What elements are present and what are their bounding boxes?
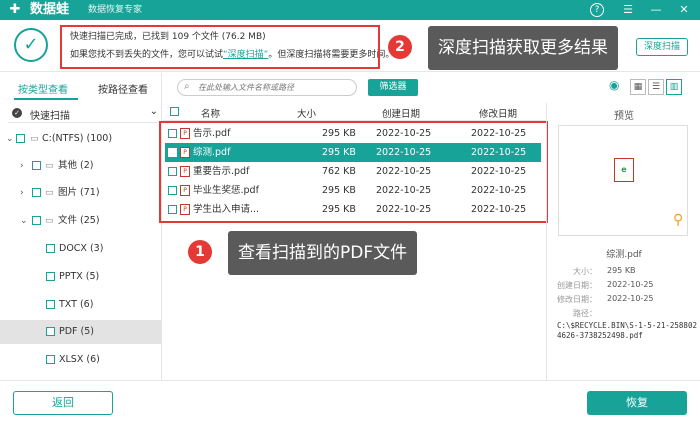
active-tab-underline bbox=[14, 98, 78, 100]
tree-item-pdf[interactable]: PDF (5) bbox=[0, 320, 162, 344]
tree-label: 文件 (25) bbox=[58, 215, 100, 226]
grid-view-icon[interactable]: ▦ bbox=[630, 79, 646, 95]
tree-label: C:(NTFS) (100) bbox=[42, 133, 113, 144]
callout-1: 查看扫描到的PDF文件 bbox=[228, 231, 418, 275]
col-size[interactable]: 大小 bbox=[297, 106, 316, 120]
expand-icon[interactable]: › bbox=[20, 181, 24, 205]
search-input[interactable] bbox=[198, 81, 352, 94]
check-circle-icon: ✓ bbox=[12, 108, 22, 118]
col-modified[interactable]: 修改日期 bbox=[479, 106, 517, 120]
tree-label: 图片 (71) bbox=[58, 187, 100, 198]
file-list-highlight-box bbox=[159, 121, 548, 223]
preview-panel: 预览 e ⚲ 综测.pdf 大小： 295 KB 创建日期： 2022-10-2… bbox=[546, 103, 700, 380]
tree-label: PDF (5) bbox=[59, 326, 94, 337]
collapse-icon[interactable]: ⌄ bbox=[20, 209, 28, 233]
close-icon[interactable]: ✕ bbox=[676, 2, 692, 18]
left-panel: 按类型查看 按路径查看 ✓ 快速扫描 ⌄ ⌄ ▭ C:(NTFS) (100) … bbox=[0, 73, 162, 380]
app-name: 数据蛙 bbox=[30, 2, 70, 17]
col-name[interactable]: 名称 bbox=[201, 106, 220, 120]
scan-complete-icon: ✓ bbox=[14, 28, 48, 62]
preview-path-row: 路径： bbox=[547, 308, 700, 320]
callout-2-badge: 2 bbox=[388, 35, 412, 59]
document-icon: ▭ bbox=[45, 216, 54, 226]
tree-label: PPTX (5) bbox=[59, 271, 100, 282]
expand-icon[interactable]: › bbox=[20, 154, 24, 178]
tab-by-type[interactable]: 按类型查看 bbox=[18, 81, 68, 96]
tree-label: XLSX (6) bbox=[59, 354, 100, 365]
created-value: 2022-10-25 bbox=[607, 280, 654, 289]
tree-label: DOCX (3) bbox=[59, 243, 104, 254]
tree-item-images[interactable]: › ▭ 图片 (71) bbox=[0, 181, 162, 205]
tree-label: 其他 (2) bbox=[58, 160, 94, 171]
modified-value: 2022-10-25 bbox=[607, 294, 654, 303]
zoom-icon[interactable]: ⚲ bbox=[673, 212, 683, 228]
list-view-icon[interactable]: ☰ bbox=[648, 79, 664, 95]
tab-by-path[interactable]: 按路径查看 bbox=[98, 81, 148, 96]
detail-view-icon[interactable]: ▥ bbox=[666, 79, 682, 95]
status-highlight-box bbox=[60, 25, 380, 69]
tree-item-other[interactable]: › ▭ 其他 (2) bbox=[0, 154, 162, 178]
created-label: 创建日期： bbox=[557, 281, 597, 290]
select-all-checkbox[interactable] bbox=[170, 107, 179, 116]
col-created[interactable]: 创建日期 bbox=[382, 106, 420, 120]
help-icon[interactable]: ? bbox=[590, 3, 604, 17]
tree-item-xlsx[interactable]: XLSX (6) bbox=[0, 348, 162, 372]
tree-checkbox[interactable] bbox=[46, 272, 55, 281]
chevron-down-icon: ⌄ bbox=[149, 106, 158, 117]
minimize-icon[interactable]: — bbox=[648, 2, 664, 18]
tree-item-txt[interactable]: TXT (6) bbox=[0, 293, 162, 317]
path-value: C:\$RECYCLE.BIN\S-1-5-21-2588024626-3738… bbox=[557, 321, 697, 340]
tree-label: TXT (6) bbox=[59, 299, 94, 310]
tree-checkbox[interactable] bbox=[46, 244, 55, 253]
size-label: 大小： bbox=[573, 267, 597, 276]
drive-icon: ▭ bbox=[30, 134, 39, 144]
collapse-icon[interactable]: ⌄ bbox=[6, 127, 14, 151]
title-bar: ✚ 数据蛙 数据恢复专家 ? ☰ — ✕ bbox=[0, 0, 700, 20]
bottom-bar: 返回 恢复 bbox=[0, 380, 700, 427]
image-icon: ▭ bbox=[45, 188, 54, 198]
pdf-document-icon: e bbox=[614, 158, 634, 182]
tree-item-pptx[interactable]: PPTX (5) bbox=[0, 265, 162, 289]
menu-icon[interactable]: ☰ bbox=[620, 2, 636, 18]
preview-file-name: 综测.pdf bbox=[606, 250, 642, 260]
callout-2: 深度扫描获取更多结果 bbox=[428, 26, 618, 70]
preview-modified-row: 修改日期： 2022-10-25 bbox=[547, 294, 700, 306]
modified-label: 修改日期： bbox=[557, 295, 597, 304]
tree-item-documents[interactable]: ⌄ ▭ 文件 (25) bbox=[0, 209, 162, 233]
tree-item-drive[interactable]: ⌄ ▭ C:(NTFS) (100) bbox=[0, 127, 162, 151]
file-table-header: 名称 大小 创建日期 修改日期 bbox=[163, 103, 546, 121]
filter-button[interactable]: 筛选器 bbox=[368, 79, 418, 96]
recover-button[interactable]: 恢复 bbox=[587, 391, 687, 415]
folder-icon: ▭ bbox=[45, 161, 54, 171]
tree-checkbox[interactable] bbox=[32, 188, 41, 197]
callout-1-badge: 1 bbox=[188, 240, 212, 264]
app-logo-icon: ✚ bbox=[9, 2, 21, 17]
tree-checkbox[interactable] bbox=[46, 355, 55, 364]
preview-title: 预览 bbox=[614, 111, 634, 122]
tree-checkbox[interactable] bbox=[32, 161, 41, 170]
tree-checkbox[interactable] bbox=[46, 300, 55, 309]
app-subtitle: 数据恢复专家 bbox=[88, 5, 143, 15]
file-toolbar: ⌕ 筛选器 ◉ ▦ ☰ ▥ bbox=[163, 73, 700, 103]
deep-scan-button[interactable]: 深度扫描 bbox=[636, 38, 688, 56]
search-icon: ⌕ bbox=[184, 81, 190, 92]
size-value: 295 KB bbox=[607, 266, 636, 275]
tree-checkbox[interactable] bbox=[32, 216, 41, 225]
tree-checkbox[interactable] bbox=[46, 327, 55, 336]
path-label: 路径： bbox=[573, 309, 597, 318]
preview-size-row: 大小： 295 KB bbox=[547, 266, 700, 278]
tree-checkbox[interactable] bbox=[16, 134, 25, 143]
search-box[interactable]: ⌕ bbox=[177, 79, 357, 96]
preview-toggle-eye-icon[interactable]: ◉ bbox=[609, 78, 619, 92]
back-button[interactable]: 返回 bbox=[13, 391, 113, 415]
scan-mode-select[interactable]: ✓ 快速扫描 ⌄ bbox=[8, 105, 162, 123]
preview-created-row: 创建日期： 2022-10-25 bbox=[547, 280, 700, 292]
view-tabs: 按类型查看 按路径查看 bbox=[0, 73, 162, 103]
tree-item-docx[interactable]: DOCX (3) bbox=[0, 237, 162, 261]
scan-mode-label: 快速扫描 bbox=[30, 111, 70, 122]
preview-thumbnail: e ⚲ bbox=[558, 125, 688, 236]
